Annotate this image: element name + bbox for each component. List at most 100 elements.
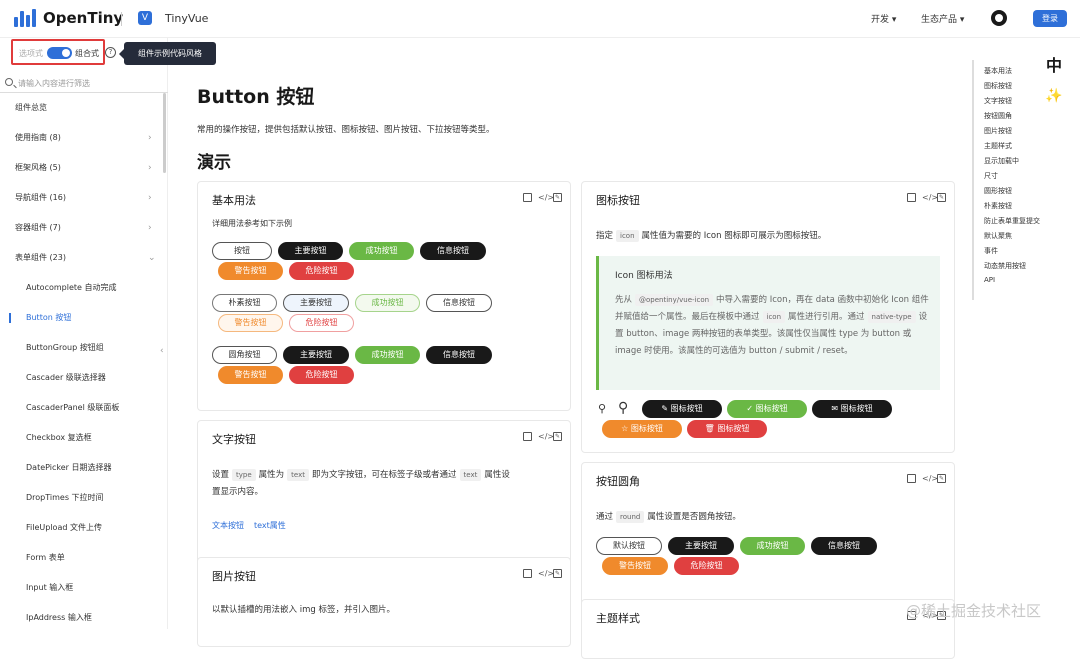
anchor-link[interactable]: 尺寸	[984, 171, 998, 181]
code-icon[interactable]: </>	[922, 474, 938, 483]
anchor-link[interactable]: 图标按钮	[984, 81, 1012, 91]
collapse-sidebar-icon[interactable]: ‹	[160, 346, 164, 356]
anchor-link[interactable]: 事件	[984, 246, 998, 256]
composition-api-label[interactable]: 组合式	[75, 48, 99, 59]
sidebar-item[interactable]: 组件总览	[0, 100, 160, 116]
copy-icon[interactable]	[907, 193, 916, 202]
round-danger-button[interactable]: 危险按钮	[289, 366, 354, 384]
round-warning-button[interactable]: 警告按钮	[602, 557, 668, 575]
code-icon[interactable]: </>	[538, 569, 554, 578]
danger-button[interactable]: 危险按钮	[289, 262, 354, 280]
magic-wand-icon[interactable]: ✨	[1045, 88, 1062, 104]
sidebar-item[interactable]: Input 输入框	[0, 580, 160, 596]
text-attr-button[interactable]: text属性	[254, 517, 286, 534]
anchor-link[interactable]: 朴素按钮	[984, 201, 1012, 211]
code-icon[interactable]: </>	[922, 193, 938, 202]
plain-success-button[interactable]: 成功按钮	[355, 294, 420, 312]
anchor-link[interactable]: 图片按钮	[984, 126, 1012, 136]
plain-warning-button[interactable]: 警告按钮	[218, 314, 283, 332]
default-button[interactable]: 按钮	[212, 242, 272, 260]
sidebar-item[interactable]: Cascader 级联选择器	[0, 370, 160, 386]
anchor-link[interactable]: 动态禁用按钮	[984, 261, 1026, 271]
sidebar-item[interactable]: 使用指南 (8) ›	[0, 130, 160, 146]
round-primary-button[interactable]: 主要按钮	[283, 346, 349, 364]
help-icon[interactable]: ?	[105, 47, 116, 58]
round-info-button[interactable]: 信息按钮	[811, 537, 877, 555]
sidebar-item[interactable]: FileUpload 文件上传	[0, 520, 160, 536]
sidebar-item[interactable]: 框架风格 (5) ›	[0, 160, 160, 176]
sidebar-item[interactable]: Autocomplete 自动完成	[0, 280, 160, 296]
anchor-link[interactable]: 主题样式	[984, 141, 1012, 151]
api-mode-toggle[interactable]	[47, 47, 72, 59]
sidebar-item[interactable]: Form 表单	[0, 550, 160, 566]
round-success-button[interactable]: 成功按钮	[355, 346, 420, 364]
sidebar-scrollbar[interactable]	[163, 93, 166, 173]
sidebar-item[interactable]: IpAddress 输入框	[0, 610, 160, 626]
icon-button-star[interactable]: ☆ 图标按钮	[602, 420, 682, 438]
round-primary-button[interactable]: 主要按钮	[668, 537, 734, 555]
copy-icon[interactable]	[523, 569, 532, 578]
warning-button[interactable]: 警告按钮	[218, 262, 283, 280]
edit-icon[interactable]: ✎	[553, 432, 562, 441]
edit-icon[interactable]: ✎	[553, 569, 562, 578]
login-button[interactable]: 登录	[1033, 10, 1067, 27]
icon-button-edit[interactable]: ✎ 图标按钮	[642, 400, 722, 418]
copy-icon[interactable]	[523, 432, 532, 441]
round-success-button[interactable]: 成功按钮	[740, 537, 805, 555]
brand-name[interactable]: OpenTiny	[43, 9, 123, 27]
round-info-button[interactable]: 信息按钮	[426, 346, 492, 364]
round-default-button[interactable]: 圆角按钮	[212, 346, 277, 364]
sidebar-item[interactable]: 表单组件 (23) ⌄	[0, 250, 160, 266]
primary-button[interactable]: 主要按钮	[278, 242, 343, 260]
plain-danger-button[interactable]: 危险按钮	[289, 314, 354, 332]
round-default-button[interactable]: 默认按钮	[596, 537, 662, 555]
icon-button-check[interactable]: ✓ 图标按钮	[727, 400, 807, 418]
anchor-link[interactable]: 圆形按钮	[984, 186, 1012, 196]
plain-default-button[interactable]: 朴素按钮	[212, 294, 277, 312]
product-name[interactable]: TinyVue	[165, 12, 208, 25]
success-button[interactable]: 成功按钮	[349, 242, 414, 260]
edit-icon[interactable]: ✎	[553, 193, 562, 202]
anchor-link[interactable]: 基本用法	[984, 66, 1012, 76]
divider	[121, 12, 122, 26]
sidebar-item[interactable]: Checkbox 复选框	[0, 430, 160, 446]
search-icon[interactable]: ⚲	[598, 402, 606, 415]
code-icon[interactable]: </>	[538, 432, 554, 441]
sidebar-item[interactable]: Button 按钮	[0, 310, 160, 326]
edit-icon[interactable]: ✎	[937, 193, 946, 202]
code-icon[interactable]: </>	[538, 193, 554, 202]
anchor-link[interactable]: API	[984, 276, 995, 284]
text-button[interactable]: 文本按钮	[212, 517, 244, 534]
anchor-link[interactable]: 显示加载中	[984, 156, 1019, 166]
anchor-link[interactable]: 默认聚焦	[984, 231, 1012, 241]
info-button[interactable]: 信息按钮	[420, 242, 486, 260]
sidebar-item[interactable]: ButtonGroup 按钮组	[0, 340, 160, 356]
sidebar-item[interactable]: DropTimes 下拉时间	[0, 490, 160, 506]
anchor-link[interactable]: 防止表单重复提交	[984, 216, 1040, 226]
edit-icon[interactable]: ✎	[937, 474, 946, 483]
round-danger-button[interactable]: 危险按钮	[674, 557, 739, 575]
menu-search[interactable]: 请输入内容进行筛选	[0, 75, 168, 93]
search-input[interactable]: 请输入内容进行筛选	[18, 78, 90, 89]
sidebar-item[interactable]: 容器组件 (7) ›	[0, 220, 160, 236]
github-icon[interactable]	[991, 10, 1007, 26]
copy-icon[interactable]	[523, 193, 532, 202]
sidebar-item[interactable]: 导航组件 (16) ›	[0, 190, 160, 206]
round-warning-button[interactable]: 警告按钮	[218, 366, 283, 384]
anchor-link[interactable]: 文字按钮	[984, 96, 1012, 106]
icon-button-delete[interactable]: 🗑 图标按钮	[687, 420, 767, 438]
icon-button-mail[interactable]: ✉ 图标按钮	[812, 400, 892, 418]
search-icon[interactable]: ⚲	[618, 400, 628, 416]
language-switch-icon[interactable]: 中	[1046, 52, 1062, 76]
nav-develop-menu[interactable]: 开发 ▾	[871, 12, 896, 25]
opentiny-logo-icon[interactable]	[14, 9, 36, 27]
copy-icon[interactable]	[907, 474, 916, 483]
plain-info-button[interactable]: 信息按钮	[426, 294, 492, 312]
plain-primary-button[interactable]: 主要按钮	[283, 294, 349, 312]
sidebar-item-label: DropTimes 下拉时间	[26, 493, 104, 502]
anchor-link[interactable]: 按钮圆角	[984, 111, 1012, 121]
options-api-label[interactable]: 选项式	[19, 48, 43, 59]
sidebar-item[interactable]: CascaderPanel 级联面板	[0, 400, 160, 416]
nav-ecosystem-menu[interactable]: 生态产品 ▾	[921, 12, 964, 25]
sidebar-item[interactable]: DatePicker 日期选择器	[0, 460, 160, 476]
